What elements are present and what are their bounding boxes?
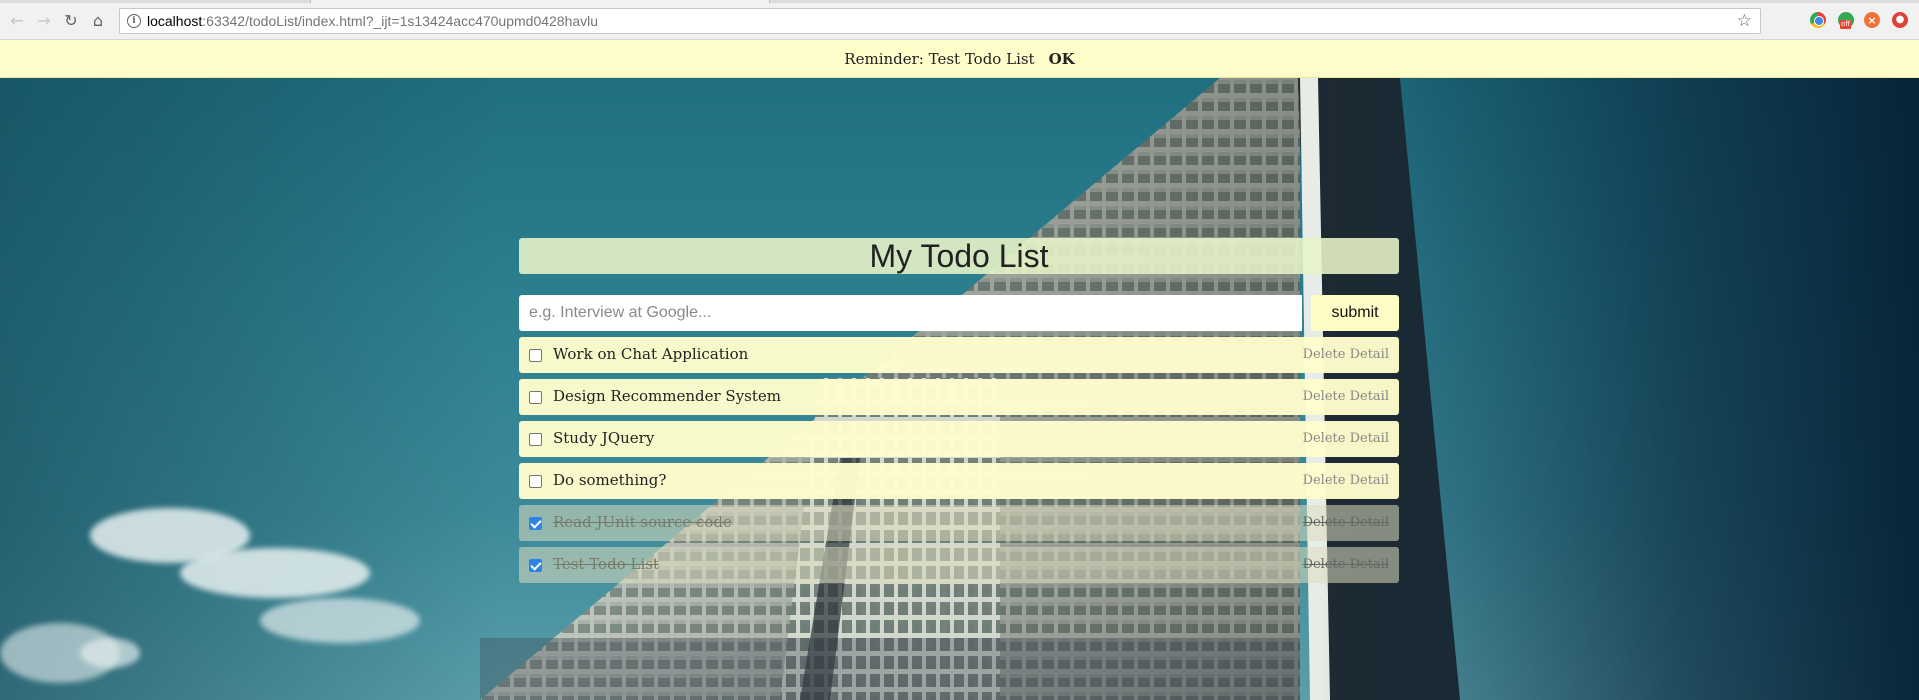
todo-item: Test Todo List Delete Detail	[519, 547, 1399, 583]
todo-item: Study JQuery Delete Detail	[519, 421, 1399, 457]
home-icon[interactable]: ⌂	[88, 10, 108, 30]
todo-checkbox[interactable]	[529, 475, 542, 488]
todo-item: Design Recommender System Delete Detail	[519, 379, 1399, 415]
delete-button[interactable]: Delete	[1303, 473, 1346, 488]
todo-actions: Delete Detail	[1303, 473, 1389, 488]
extension-adblock-icon[interactable]: off	[1838, 12, 1854, 29]
todo-actions: Delete Detail	[1303, 557, 1389, 572]
browser-toolbar: ← → ↻ ⌂ i localhost:63342/todoList/index…	[0, 0, 1919, 40]
forward-icon[interactable]: →	[34, 10, 54, 30]
delete-button[interactable]: Delete	[1303, 515, 1346, 530]
delete-button[interactable]: Delete	[1303, 557, 1346, 572]
todo-actions: Delete Detail	[1303, 431, 1389, 446]
detail-button[interactable]: Detail	[1350, 557, 1389, 572]
todo-checkbox[interactable]	[529, 517, 542, 530]
new-todo-form: submit	[519, 295, 1399, 331]
detail-button[interactable]: Detail	[1350, 473, 1389, 488]
url-host: localhost	[147, 13, 203, 29]
reminder-bar: Reminder: Test Todo List OK	[0, 40, 1919, 78]
reminder-ok-button[interactable]: OK	[1049, 50, 1075, 68]
todo-item: Do something? Delete Detail	[519, 463, 1399, 499]
active-tab[interactable]	[310, 0, 770, 3]
back-icon[interactable]: ←	[7, 10, 27, 30]
extension-off-badge: off	[1840, 20, 1852, 29]
todo-actions: Delete Detail	[1303, 389, 1389, 404]
detail-button[interactable]: Detail	[1350, 347, 1389, 362]
reminder-text: Reminder: Test Todo List	[844, 49, 1035, 68]
todo-checkbox[interactable]	[529, 349, 542, 362]
todo-checkbox[interactable]	[529, 433, 542, 446]
todo-checkbox[interactable]	[529, 391, 542, 404]
bookmark-star-icon[interactable]: ☆	[1737, 11, 1752, 31]
page-title: My Todo List	[519, 238, 1399, 274]
todo-list: Work on Chat Application Delete Detail Des…	[519, 337, 1399, 583]
extension-close-icon[interactable]: ×	[1864, 12, 1880, 28]
todo-label: Design Recommender System	[553, 387, 782, 405]
detail-button[interactable]: Detail	[1350, 515, 1389, 530]
detail-button[interactable]: Detail	[1350, 389, 1389, 404]
address-url[interactable]: localhost:63342/todoList/index.html?_ijt…	[147, 13, 598, 29]
todo-label: Test Todo List	[553, 555, 659, 573]
delete-button[interactable]: Delete	[1303, 431, 1346, 446]
submit-button[interactable]: submit	[1311, 295, 1399, 331]
sky-shade-right	[1319, 78, 1919, 700]
todo-actions: Delete Detail	[1303, 347, 1389, 362]
info-icon[interactable]: i	[127, 14, 141, 28]
todo-label: Do something?	[553, 471, 667, 489]
reload-icon[interactable]: ↻	[61, 10, 81, 30]
todo-label: Read JUnit source code	[553, 513, 732, 531]
delete-button[interactable]: Delete	[1303, 389, 1346, 404]
delete-button[interactable]: Delete	[1303, 347, 1346, 362]
todo-item: Work on Chat Application Delete Detail	[519, 337, 1399, 373]
extension-chrome-icon[interactable]	[1810, 12, 1826, 28]
tab-strip	[0, 0, 1919, 3]
todo-app: My Todo List submit Work on Chat Applica…	[519, 238, 1399, 589]
extension-alert-icon[interactable]: ●	[1892, 12, 1908, 28]
todo-actions: Delete Detail	[1303, 515, 1389, 530]
detail-button[interactable]: Detail	[1350, 431, 1389, 446]
todo-checkbox[interactable]	[529, 559, 542, 572]
url-path: :63342/todoList/index.html?_ijt=1s13424a…	[202, 13, 599, 29]
todo-item: Read JUnit source code Delete Detail	[519, 505, 1399, 541]
address-bar[interactable]: i localhost:63342/todoList/index.html?_i…	[119, 8, 1761, 34]
todo-label: Work on Chat Application	[553, 345, 749, 363]
todo-label: Study JQuery	[553, 429, 655, 447]
new-todo-input[interactable]	[519, 295, 1302, 331]
